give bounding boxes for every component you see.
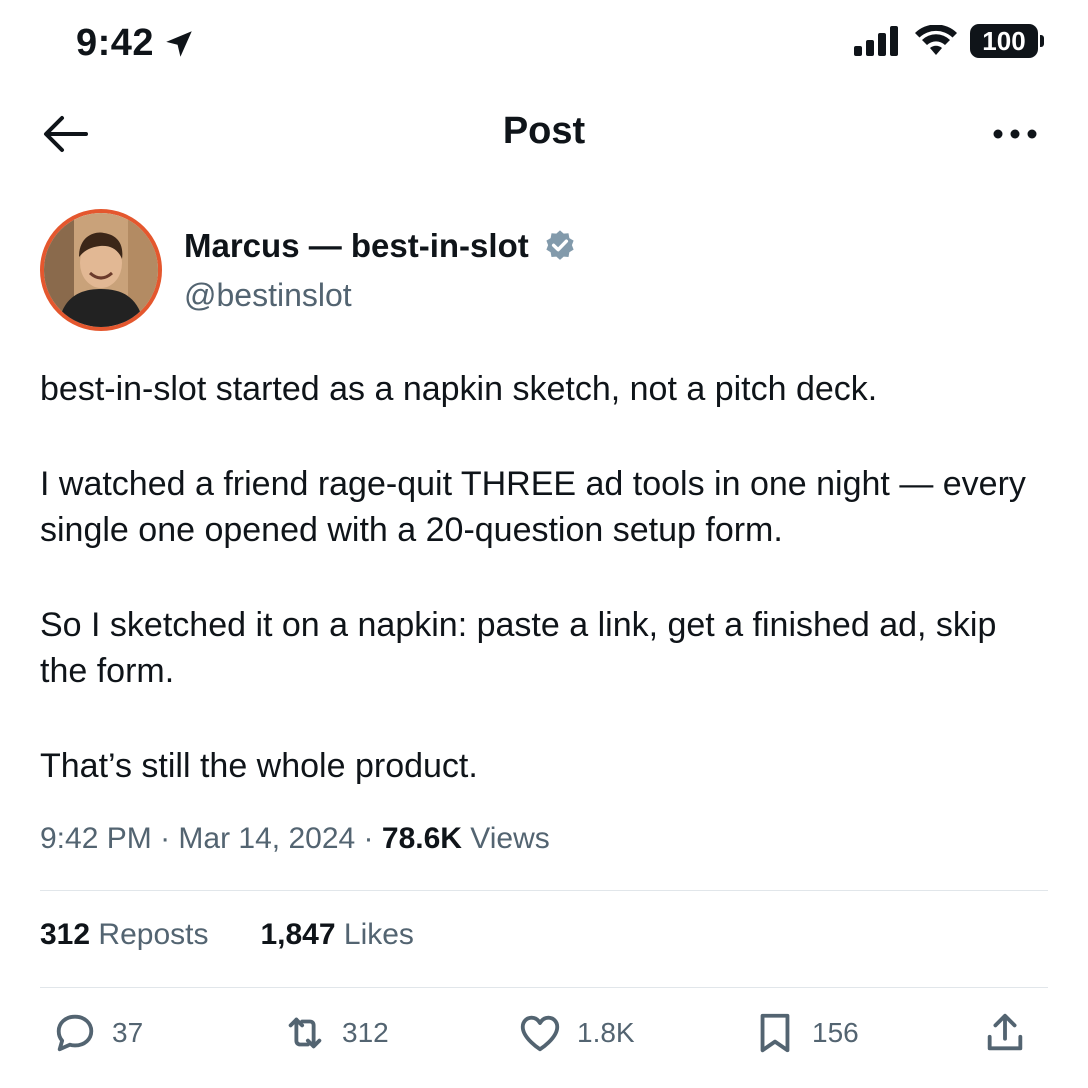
views-count: 78.6K (381, 822, 462, 855)
more-options-button[interactable] (990, 112, 1040, 156)
reply-button[interactable]: 37 (52, 1010, 143, 1056)
avatar[interactable] (40, 209, 162, 331)
reposts-stat[interactable]: 312 Reposts (40, 918, 208, 952)
likes-count: 1,847 (260, 918, 336, 951)
status-time: 9:42 (76, 22, 196, 65)
post-paragraph: So I sketched it on a napkin: paste a li… (40, 606, 997, 690)
like-count: 1.8K (577, 1017, 635, 1048)
cellular-signal-icon (854, 26, 898, 56)
status-bar: 9:42 100 (0, 0, 1088, 90)
display-name[interactable]: Marcus — best-in-slot (184, 227, 529, 265)
post-date: Mar 14, 2024 (178, 822, 356, 855)
bookmark-icon (760, 1013, 790, 1053)
verified-badge-icon (546, 229, 574, 260)
system-icons: 100 (854, 24, 1044, 58)
divider (40, 890, 1048, 891)
likes-label: Likes (343, 918, 414, 951)
likes-stat[interactable]: 1,847 Likes (260, 918, 413, 952)
views-label: Views (470, 822, 550, 855)
reposts-label: Reposts (98, 918, 209, 951)
location-arrow-icon (166, 30, 192, 57)
battery-icon: 100 (970, 24, 1044, 58)
more-dots-icon (993, 129, 1037, 139)
post-time: 9:42 PM (40, 822, 152, 855)
wifi-icon (915, 25, 957, 55)
divider (40, 987, 1048, 988)
author-header: Marcus — best-in-slot @bestinslot (40, 208, 577, 332)
post-text: best-in-slot started as a napkin sketch,… (40, 366, 1050, 838)
battery-level: 100 (970, 24, 1038, 58)
avatar-image (44, 213, 158, 327)
reply-icon (56, 1014, 94, 1052)
meta-separator: · (363, 822, 374, 855)
share-icon (987, 1013, 1023, 1051)
meta-separator: · (160, 822, 171, 855)
share-button[interactable] (982, 1010, 1028, 1056)
bookmark-count: 156 (812, 1017, 859, 1048)
repost-count: 312 (342, 1017, 389, 1048)
post-paragraph: best-in-slot started as a napkin sketch,… (40, 370, 878, 408)
user-handle[interactable]: @bestinslot (184, 277, 577, 314)
like-icon (520, 1015, 560, 1052)
battery-tip (1040, 35, 1044, 47)
reposts-count: 312 (40, 918, 91, 951)
post-paragraph: I watched a friend rage-quit THREE ad to… (40, 465, 1026, 549)
nav-header: Post (0, 98, 1088, 168)
reply-count: 37 (112, 1017, 144, 1048)
repost-button[interactable]: 312 (282, 1010, 389, 1056)
repost-icon (288, 1017, 322, 1049)
post-paragraph: That’s still the whole product. (40, 747, 478, 785)
bookmark-button[interactable]: 156 (752, 1010, 859, 1056)
status-time-text: 9:42 (76, 22, 155, 64)
page-title: Post (502, 110, 586, 152)
engagement-stats: 312 Reposts 1,847 Likes (40, 918, 414, 952)
like-button[interactable]: 1.8K (517, 1010, 635, 1056)
action-bar: 37 312 1.8K 156 (52, 1010, 1042, 1070)
post-meta: 9:42 PM · Mar 14, 2024 · 78.6K Views (40, 822, 550, 856)
